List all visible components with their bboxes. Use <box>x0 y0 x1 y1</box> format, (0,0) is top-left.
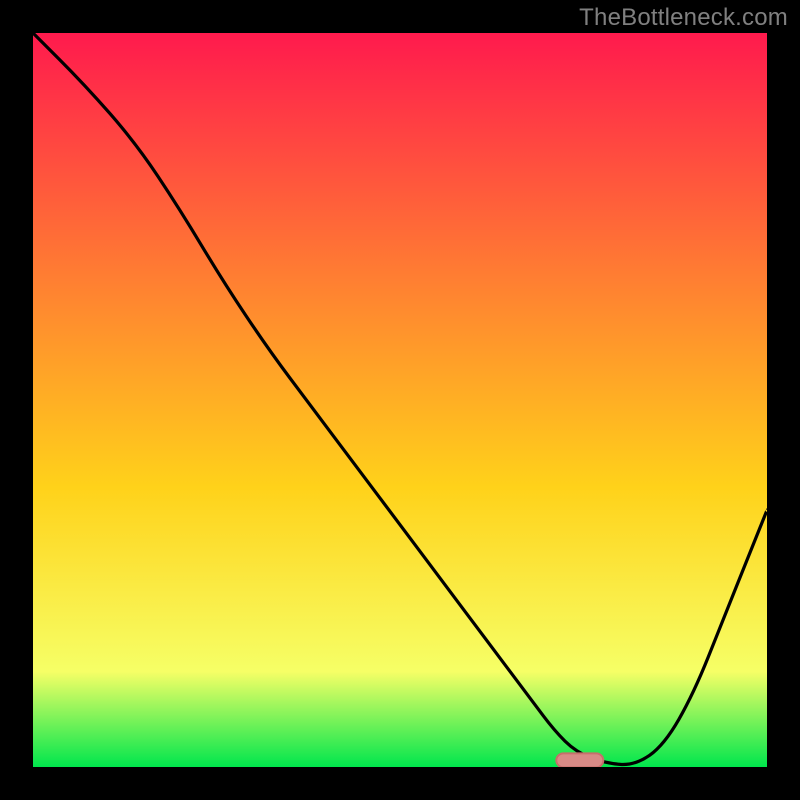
plot-area <box>33 33 767 767</box>
gradient-background <box>33 33 767 767</box>
minimum-marker <box>556 753 603 767</box>
chart-svg <box>33 33 767 767</box>
chart-frame: { "watermark": "TheBottleneck.com", "col… <box>0 0 800 800</box>
watermark-text: TheBottleneck.com <box>579 4 788 32</box>
